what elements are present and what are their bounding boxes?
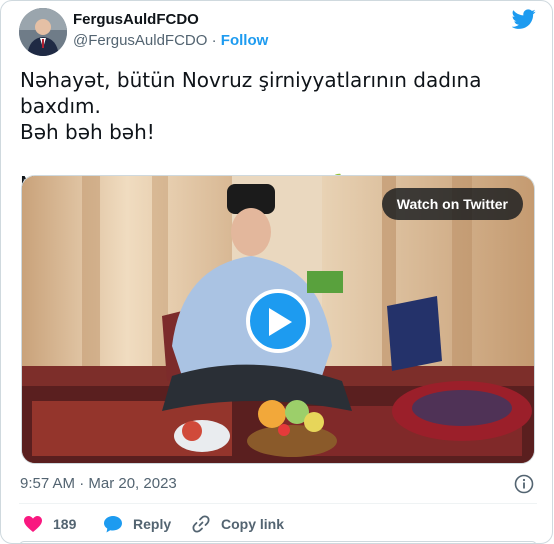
info-icon[interactable] bbox=[514, 474, 534, 494]
link-icon bbox=[192, 515, 210, 533]
separator-dot: · bbox=[211, 32, 217, 49]
author-name[interactable]: FergusAuldFCDO bbox=[73, 11, 199, 28]
tweet-timestamp[interactable]: 9:57 AM · Mar 20, 2023 bbox=[20, 475, 177, 492]
tweet-line: Nəhayət, bütün Novruz şirniyyatlarının d… bbox=[20, 68, 482, 118]
play-button[interactable] bbox=[246, 289, 310, 353]
avatar[interactable] bbox=[19, 8, 67, 56]
author-handle[interactable]: @FergusAuldFCDO bbox=[73, 32, 207, 49]
tweet-line: Bəh bəh bəh! bbox=[20, 120, 155, 144]
play-icon bbox=[269, 308, 292, 336]
follow-link[interactable]: Follow bbox=[221, 32, 269, 49]
twitter-bird-icon[interactable] bbox=[512, 7, 536, 31]
reply-button[interactable]: Reply bbox=[103, 514, 171, 534]
copy-link-button[interactable]: Copy link bbox=[191, 514, 284, 534]
video-thumbnail[interactable]: Watch on Twitter bbox=[21, 175, 535, 464]
divider bbox=[19, 503, 537, 504]
like-button[interactable]: 189 bbox=[23, 514, 76, 534]
tweet-embed-card: FergusAuldFCDO @FergusAuldFCDO · Follow … bbox=[0, 0, 553, 544]
watch-on-twitter-button[interactable]: Watch on Twitter bbox=[381, 188, 523, 220]
reply-bubble-icon bbox=[104, 516, 122, 533]
author-handle-row: @FergusAuldFCDO · Follow bbox=[73, 32, 268, 49]
reply-label: Reply bbox=[133, 516, 172, 532]
like-count: 189 bbox=[53, 516, 77, 532]
heart-icon bbox=[24, 516, 42, 532]
copy-link-label: Copy link bbox=[221, 516, 285, 532]
